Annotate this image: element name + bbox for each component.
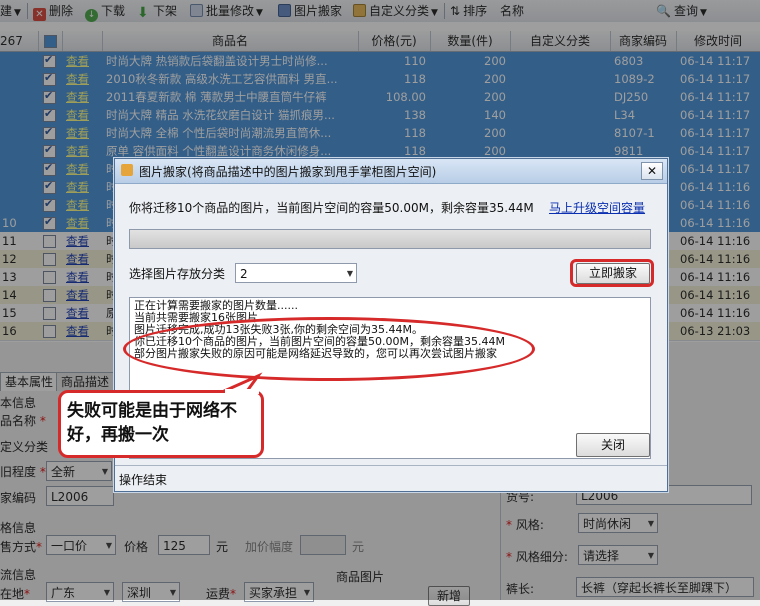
annotation-callout: 失败可能是由于网络不好，再搬一次	[58, 390, 264, 458]
status-divider	[115, 465, 667, 466]
log-highlight-ellipse	[123, 317, 535, 381]
move-now-button[interactable]: 立即搬家	[576, 263, 650, 284]
status-text: 操作结束	[119, 473, 168, 487]
progress-bar	[129, 229, 651, 249]
dialog-title: 图片搬家(将商品描述中的图片搬家到甩手掌柜图片空间)	[139, 165, 437, 179]
close-icon[interactable]: ✕	[641, 162, 663, 180]
close-button[interactable]: 关闭	[576, 433, 650, 457]
callout-pointer-join	[225, 389, 259, 394]
category-label: 选择图片存放分类	[129, 267, 226, 281]
dialog-titlebar[interactable]: 图片搬家(将商品描述中的图片搬家到甩手掌柜图片空间) ✕	[115, 159, 667, 184]
category-select[interactable]: 2	[235, 263, 357, 283]
migration-info: 你将迁移10个商品的图片，当前图片空间的容量50.00M，剩余容量35.44M	[129, 201, 534, 215]
upgrade-capacity-link[interactable]: 马上升级空间容量	[549, 199, 645, 216]
callout-text: 失败可能是由于网络不好，再搬一次	[67, 401, 237, 445]
app-logo-icon	[121, 164, 133, 176]
